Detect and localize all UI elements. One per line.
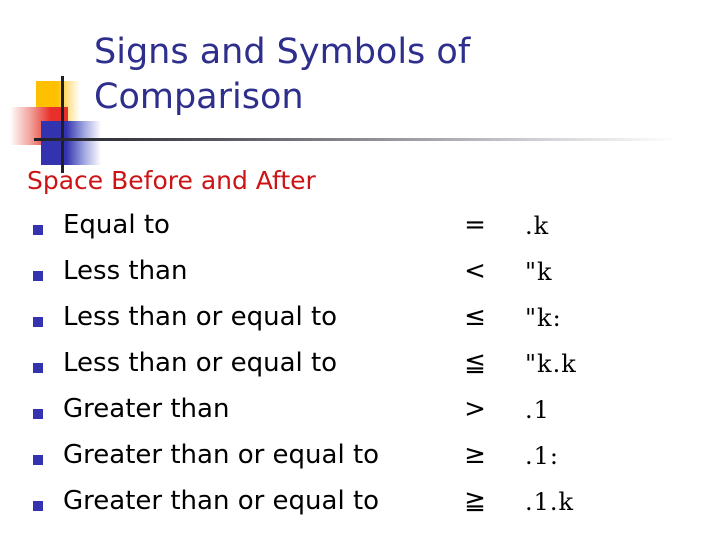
comparison-code: "k.k [525,350,577,378]
horizontal-divider-rule [34,138,674,141]
comparison-label: Greater than or equal to [63,440,380,470]
comparison-row: Less than or equal to ≤ "k: [0,300,720,346]
comparison-code: .1 [525,396,550,424]
square-bullet-icon [33,501,43,511]
comparison-label: Less than or equal to [63,302,338,332]
comparison-symbol: > [464,394,486,424]
body-subheading: Space Before and After [27,166,316,195]
yellow-square-decoration [36,81,80,125]
comparison-row: Greater than > .1 [0,392,720,438]
comparison-code: "k [525,258,553,286]
square-bullet-icon [33,317,43,327]
blue-square-decoration [41,121,101,165]
comparison-label: Equal to [63,210,170,240]
comparison-symbol: ≦ [464,348,486,378]
red-square-decoration [10,107,68,145]
square-bullet-icon [33,409,43,419]
comparison-symbol: ≤ [464,302,486,332]
square-bullet-icon [33,225,43,235]
comparison-row: Greater than or equal to ≥ .1: [0,438,720,484]
comparison-row: Less than or equal to ≦ "k.k [0,346,720,392]
comparison-code: "k: [525,304,562,332]
comparison-row: Less than < "k [0,254,720,300]
slide-canvas: Signs and Symbols of Comparison Space Be… [0,0,720,540]
comparison-label: Greater than or equal to [63,486,380,516]
square-bullet-icon [33,271,43,281]
slide-title: Signs and Symbols of Comparison [94,32,471,117]
square-bullet-icon [33,455,43,465]
comparison-symbol: = [464,210,486,240]
comparison-symbol: ≧ [464,486,486,516]
comparison-label: Less than or equal to [63,348,338,378]
comparison-row: Greater than or equal to ≧ .1.k [0,484,720,530]
comparison-symbol: ≥ [464,440,486,470]
comparison-code: .k [525,212,550,240]
comparison-label: Less than [63,256,188,286]
comparison-code: .1: [525,442,559,470]
comparison-symbol: < [464,256,486,286]
square-bullet-icon [33,363,43,373]
comparison-row: Equal to = .k [0,208,720,254]
vertical-rule-decoration [61,76,64,173]
comparison-code: .1.k [525,488,575,516]
comparison-label: Greater than [63,394,230,424]
